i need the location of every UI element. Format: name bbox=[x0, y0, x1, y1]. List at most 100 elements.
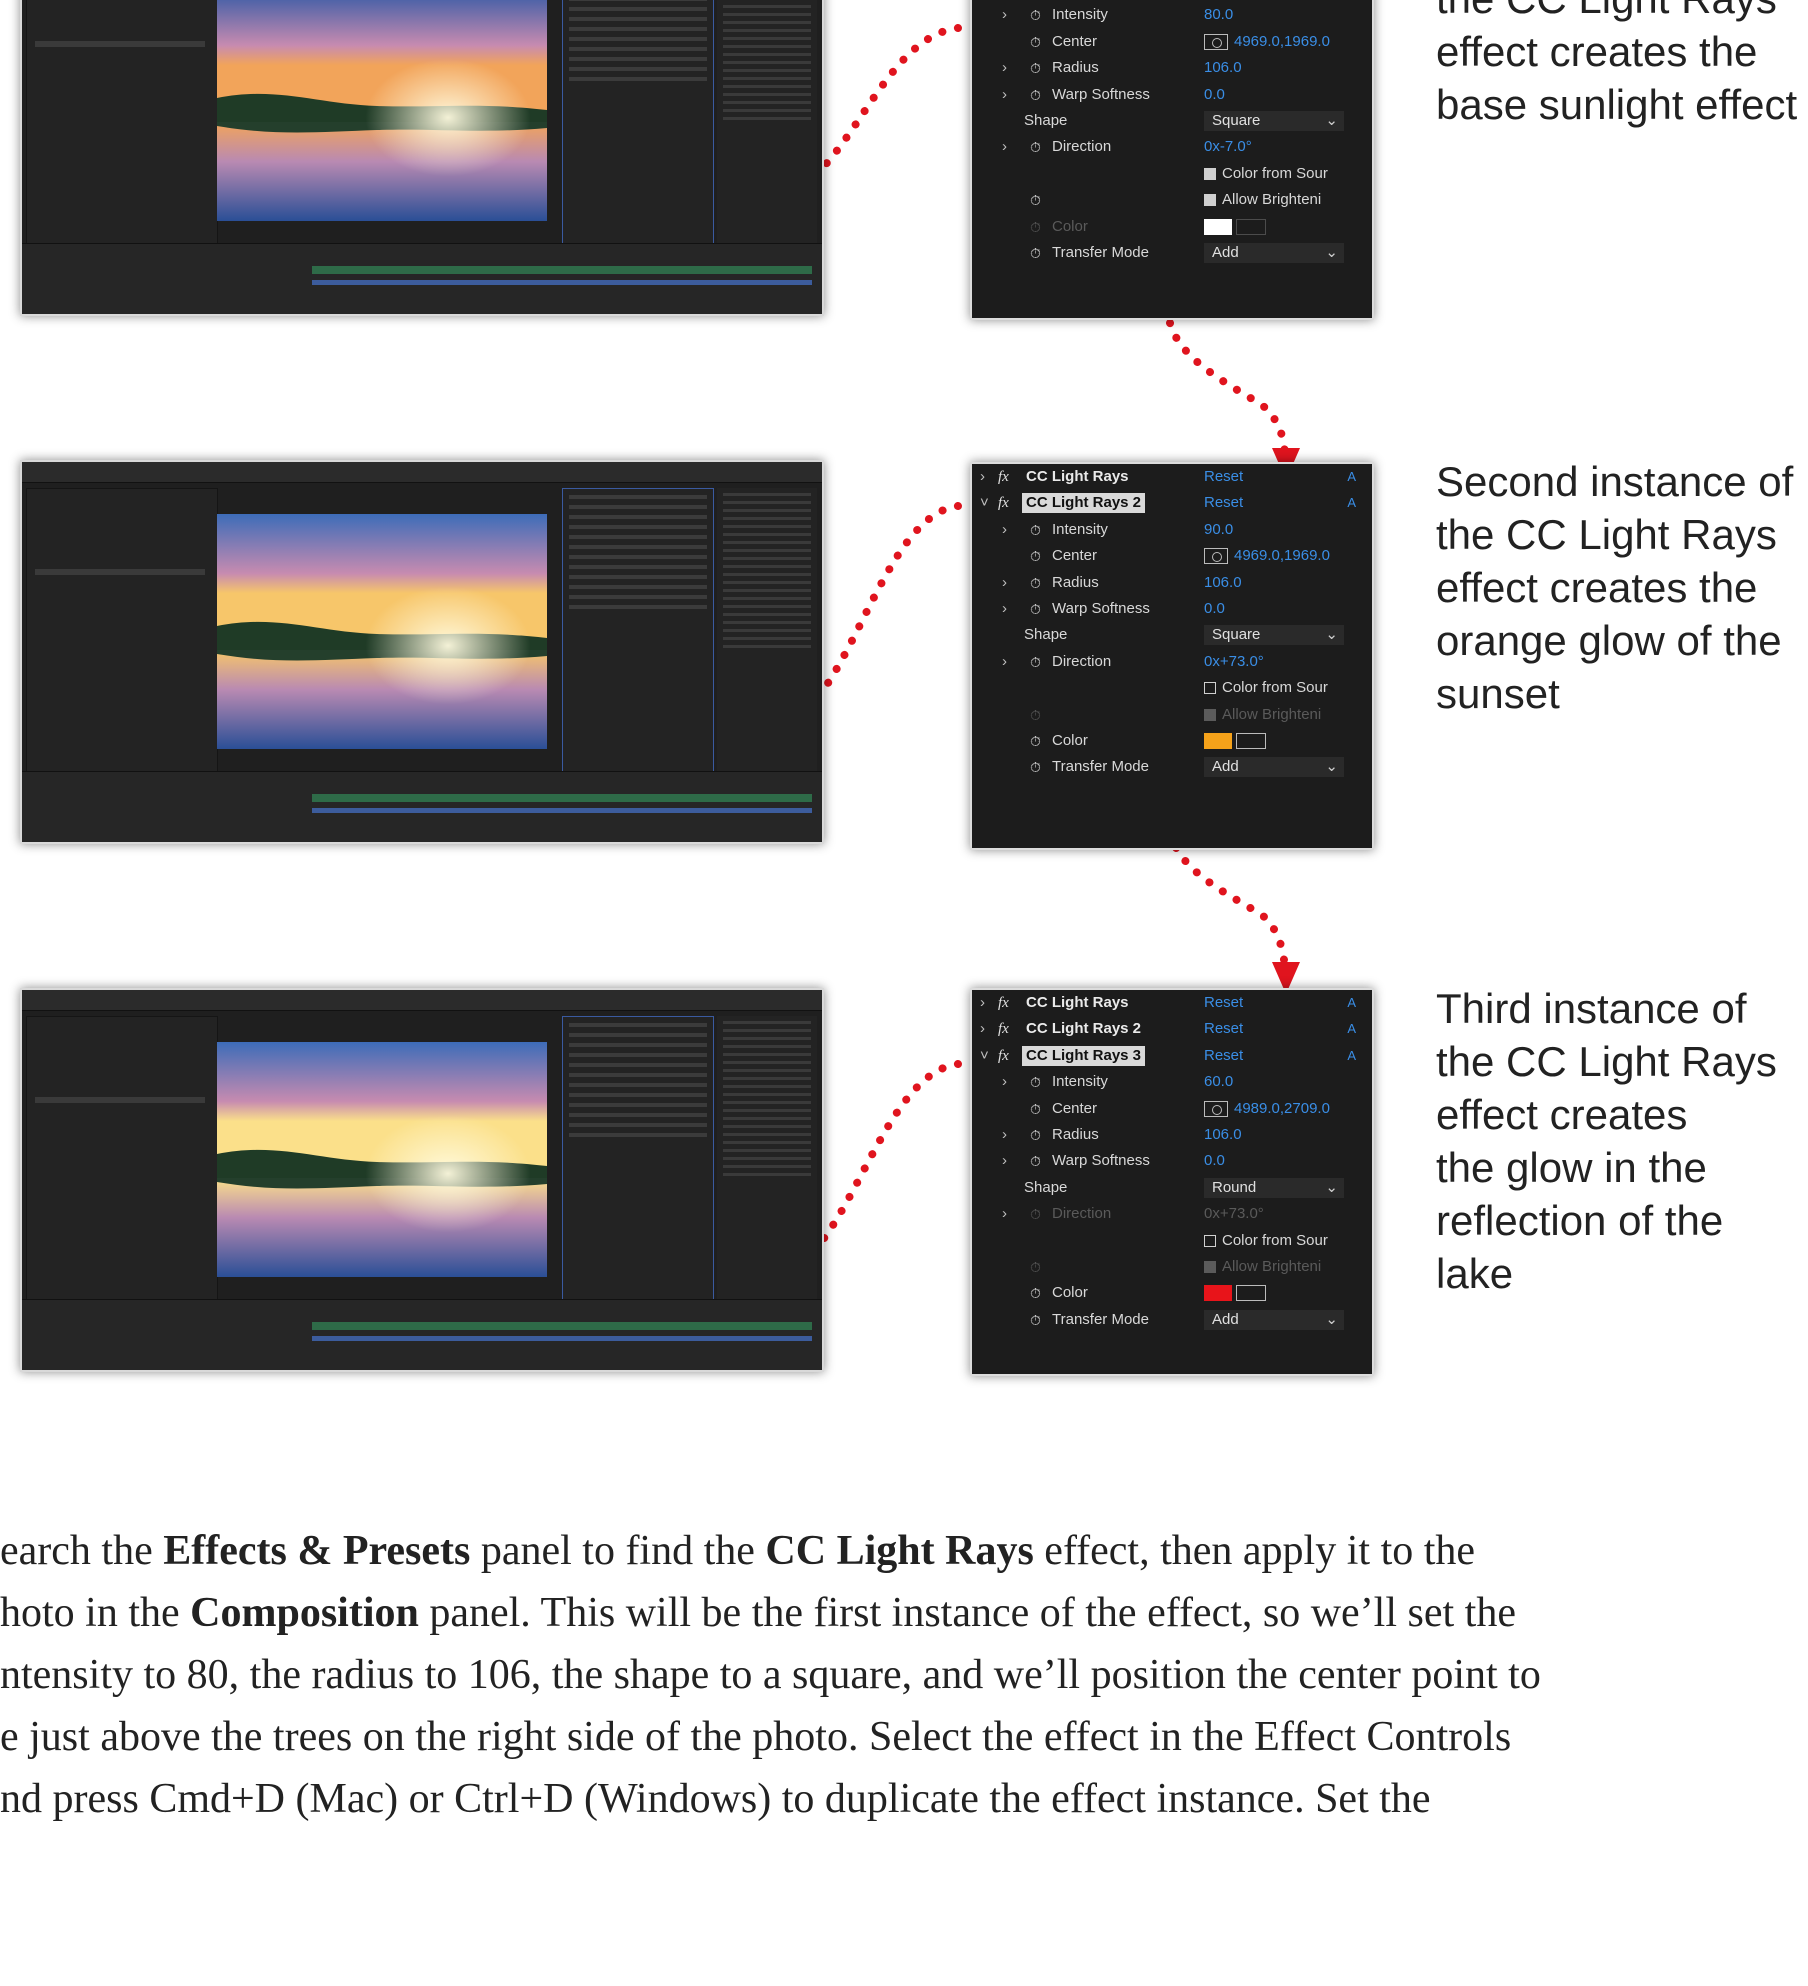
effect-name[interactable]: CC Light Rays 2 bbox=[1022, 1016, 1145, 1042]
disclosure-arrow-icon[interactable]: ˅ bbox=[980, 490, 994, 516]
effects-list-line bbox=[723, 565, 811, 568]
disclosure-arrow-icon[interactable]: › bbox=[980, 1016, 994, 1042]
center-value[interactable]: 4989.0,2709.0 bbox=[1234, 1096, 1330, 1122]
param-value[interactable]: 0x-7.0° bbox=[1204, 134, 1252, 160]
crosshair-target-icon[interactable] bbox=[1204, 548, 1228, 565]
disclosure-arrow-icon[interactable]: › bbox=[1002, 1148, 1016, 1174]
effect-name[interactable]: CC Light Rays 3 bbox=[1022, 1045, 1146, 1066]
param-value[interactable]: 0.0 bbox=[1204, 1148, 1225, 1174]
about-link[interactable]: A bbox=[1347, 1043, 1356, 1069]
param-value[interactable]: 106.0 bbox=[1204, 1122, 1242, 1148]
reset-link[interactable]: Reset bbox=[1204, 490, 1243, 516]
dropdown-select[interactable]: Round ⌄ bbox=[1204, 1177, 1344, 1198]
stopwatch-icon[interactable]: ⏱ bbox=[1030, 570, 1041, 596]
stopwatch-icon[interactable]: ⏱ bbox=[1030, 728, 1041, 754]
dropdown-select[interactable]: Add ⌄ bbox=[1204, 1309, 1344, 1330]
param-value[interactable]: 106.0 bbox=[1204, 570, 1242, 596]
effects-list-line bbox=[723, 93, 811, 96]
disclosure-arrow-icon[interactable]: › bbox=[1002, 82, 1016, 108]
checkbox[interactable] bbox=[1204, 194, 1216, 207]
stopwatch-icon[interactable]: ⏱ bbox=[1030, 240, 1041, 266]
reset-link[interactable]: Reset bbox=[1204, 1043, 1243, 1069]
stopwatch-icon[interactable]: ⏱ bbox=[1030, 1122, 1041, 1148]
stopwatch-icon[interactable]: ⏱ bbox=[1030, 187, 1041, 213]
stopwatch-icon[interactable]: ⏱ bbox=[1030, 1069, 1041, 1095]
effect-controls-line bbox=[569, 1093, 707, 1097]
checkbox[interactable] bbox=[1204, 682, 1216, 695]
eyedropper-icon[interactable] bbox=[1236, 1285, 1266, 1302]
dropdown-select[interactable]: Square ⌄ bbox=[1204, 110, 1344, 131]
about-link[interactable]: A bbox=[1347, 990, 1356, 1016]
disclosure-arrow-icon[interactable]: › bbox=[1002, 55, 1016, 81]
stopwatch-icon[interactable]: ⏱ bbox=[1030, 1148, 1041, 1174]
disclosure-arrow-icon[interactable]: › bbox=[1002, 596, 1016, 622]
param-label: Shape bbox=[1024, 111, 1068, 129]
stopwatch-icon[interactable]: ⏱ bbox=[1030, 134, 1041, 160]
stopwatch-icon[interactable]: ⏱ bbox=[1030, 1280, 1041, 1306]
stopwatch-icon[interactable]: ⏱ bbox=[1030, 649, 1041, 675]
disclosure-arrow-icon[interactable]: › bbox=[980, 464, 994, 490]
disclosure-arrow-icon[interactable]: › bbox=[1002, 1069, 1016, 1095]
disclosure-arrow-icon[interactable]: › bbox=[1002, 649, 1016, 675]
checkbox-label: Allow Brighteni bbox=[1222, 1257, 1322, 1275]
reset-link[interactable]: Reset bbox=[1204, 1016, 1243, 1042]
stopwatch-icon[interactable]: ⏱ bbox=[1030, 1307, 1041, 1333]
param-value[interactable]: 90.0 bbox=[1204, 517, 1233, 543]
effect-name[interactable]: CC Light Rays bbox=[1022, 990, 1133, 1016]
eyedropper-icon[interactable] bbox=[1236, 218, 1266, 235]
disclosure-arrow-icon[interactable]: › bbox=[1002, 1201, 1016, 1227]
reset-link[interactable]: Reset bbox=[1204, 990, 1243, 1016]
timeline-panel bbox=[22, 1299, 822, 1370]
dropdown-select[interactable]: Add ⌄ bbox=[1204, 757, 1344, 778]
stopwatch-icon[interactable]: ⏱ bbox=[1030, 55, 1041, 81]
about-link[interactable]: A bbox=[1347, 1016, 1356, 1042]
reset-link[interactable]: Reset bbox=[1204, 464, 1243, 490]
dropdown-select[interactable]: Square ⌄ bbox=[1204, 625, 1344, 646]
checkbox-label: Color from Sour bbox=[1222, 164, 1328, 182]
center-value[interactable]: 4969.0,1969.0 bbox=[1234, 29, 1330, 55]
disclosure-arrow-icon[interactable]: › bbox=[1002, 570, 1016, 596]
stopwatch-icon[interactable]: ⏱ bbox=[1030, 2, 1041, 28]
effect-name[interactable]: CC Light Rays bbox=[1022, 464, 1133, 490]
disclosure-arrow-icon[interactable]: › bbox=[980, 990, 994, 1016]
effects-list-line bbox=[723, 629, 811, 632]
effect-controls-line bbox=[569, 545, 707, 549]
dropdown-select[interactable]: Add ⌄ bbox=[1204, 242, 1344, 263]
stopwatch-icon[interactable]: ⏱ bbox=[1030, 517, 1041, 543]
param-value[interactable]: 0x+73.0° bbox=[1204, 1201, 1264, 1227]
disclosure-arrow-icon[interactable]: › bbox=[1002, 1122, 1016, 1148]
center-value[interactable]: 4969.0,1969.0 bbox=[1234, 543, 1330, 569]
color-swatch[interactable] bbox=[1204, 1285, 1232, 1302]
effect-name[interactable]: CC Light Rays 2 bbox=[1022, 493, 1146, 514]
stopwatch-icon[interactable]: ⏱ bbox=[1030, 214, 1041, 240]
color-swatch[interactable] bbox=[1204, 732, 1232, 749]
checkbox[interactable] bbox=[1204, 1234, 1216, 1247]
stopwatch-icon[interactable]: ⏱ bbox=[1030, 29, 1041, 55]
stopwatch-icon[interactable]: ⏱ bbox=[1030, 543, 1041, 569]
color-swatch[interactable] bbox=[1204, 218, 1232, 235]
caption-1: the CC Light Rays effect creates the base … bbox=[1436, 0, 1797, 131]
stopwatch-icon[interactable]: ⏱ bbox=[1030, 82, 1041, 108]
stopwatch-icon[interactable]: ⏱ bbox=[1030, 1096, 1041, 1122]
stopwatch-icon[interactable]: ⏱ bbox=[1030, 596, 1041, 622]
about-link[interactable]: A bbox=[1347, 464, 1356, 490]
disclosure-arrow-icon[interactable]: ˅ bbox=[980, 1043, 994, 1069]
effect-controls-line bbox=[569, 595, 707, 599]
eyedropper-icon[interactable] bbox=[1236, 732, 1266, 749]
checkbox[interactable] bbox=[1204, 167, 1216, 180]
param-value[interactable]: 60.0 bbox=[1204, 1069, 1233, 1095]
disclosure-arrow-icon[interactable]: › bbox=[1002, 134, 1016, 160]
about-link[interactable]: A bbox=[1347, 490, 1356, 516]
param-value[interactable]: 0.0 bbox=[1204, 82, 1225, 108]
disclosure-arrow-icon[interactable]: › bbox=[1002, 517, 1016, 543]
param-value[interactable]: 80.0 bbox=[1204, 2, 1233, 28]
disclosure-arrow-icon[interactable]: › bbox=[1002, 2, 1016, 28]
stopwatch-icon[interactable]: ⏱ bbox=[1030, 1201, 1041, 1227]
param-value[interactable]: 0x+73.0° bbox=[1204, 649, 1264, 675]
param-value[interactable]: 0.0 bbox=[1204, 596, 1225, 622]
param-value[interactable]: 106.0 bbox=[1204, 55, 1242, 81]
crosshair-target-icon[interactable] bbox=[1204, 33, 1228, 50]
stopwatch-icon[interactable]: ⏱ bbox=[1030, 754, 1041, 780]
effects-list-line bbox=[723, 1101, 811, 1104]
crosshair-target-icon[interactable] bbox=[1204, 1100, 1228, 1117]
